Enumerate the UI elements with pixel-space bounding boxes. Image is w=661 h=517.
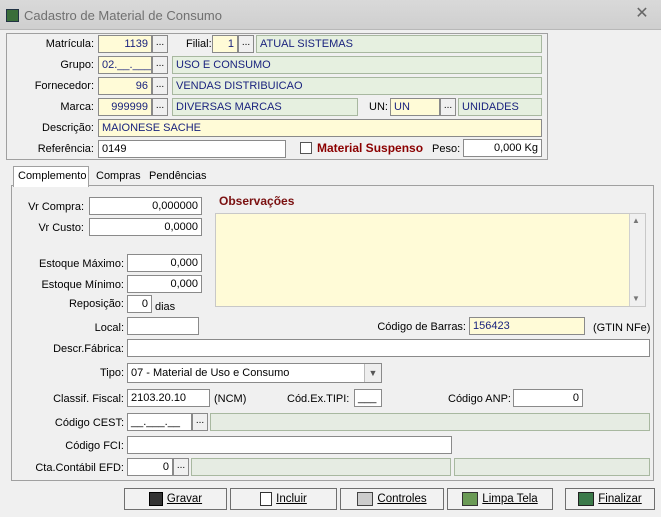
filial-field[interactable]: 1	[212, 35, 238, 53]
reposicao-field[interactable]: 0	[127, 295, 152, 313]
cta-contabil-field[interactable]: 0	[127, 458, 173, 476]
gravar-label: Gravar	[166, 493, 203, 505]
broom-icon	[462, 491, 479, 506]
marca-label: Marca:	[60, 101, 94, 113]
filial-lookup-button[interactable]: ...	[238, 35, 254, 53]
tab-compras[interactable]: Compras	[92, 167, 145, 187]
tab-complemento[interactable]: Complemento	[13, 166, 89, 187]
local-label: Local:	[94, 322, 124, 334]
gtin-label: (GTIN NFe)	[593, 322, 651, 334]
codigo-fci-field[interactable]	[127, 436, 452, 454]
un-lookup-button[interactable]: ...	[440, 98, 456, 116]
codigo-cest-field[interactable]: __.___.__	[127, 413, 192, 431]
marca-lookup-button[interactable]: ...	[152, 98, 168, 116]
codigo-cest-label: Código CEST:	[54, 417, 124, 429]
controls-icon	[357, 491, 374, 506]
cta-contabil-extra-field	[454, 458, 650, 476]
cta-contabil-lookup-button[interactable]: ...	[173, 458, 189, 476]
fornecedor-name-field: VENDAS DISTRIBUICAO	[172, 77, 542, 95]
cest-description-field	[210, 413, 650, 431]
referencia-field[interactable]: 0149	[98, 140, 286, 158]
tipo-select[interactable]: 07 - Material de Uso e Consumo	[127, 363, 382, 383]
gravar-button[interactable]: Gravar	[124, 488, 227, 510]
un-name-field: UNIDADES	[458, 98, 542, 116]
close-icon[interactable]: ✕	[632, 5, 652, 25]
vr-custo-label: Vr Custo:	[38, 222, 84, 234]
referencia-label: Referência:	[37, 143, 94, 155]
suspenso-checkbox[interactable]	[300, 142, 312, 154]
matricula-lookup-button[interactable]: ...	[152, 35, 168, 53]
suspenso-label: Material Suspenso	[317, 141, 424, 155]
cta-contabil-label: Cta.Contábil EFD:	[35, 462, 124, 474]
local-field[interactable]	[127, 317, 199, 335]
observacoes-label: Observações	[219, 194, 295, 208]
matricula-label: Matrícula:	[45, 38, 94, 50]
un-label: UN:	[369, 101, 388, 113]
controles-label: Controles	[377, 493, 427, 505]
descr-fabrica-field[interactable]	[127, 339, 650, 357]
classif-fiscal-label: Classif. Fiscal:	[53, 393, 124, 405]
un-field[interactable]: UN	[390, 98, 440, 116]
fornecedor-lookup-button[interactable]: ...	[152, 77, 168, 95]
fornecedor-label: Fornecedor:	[34, 80, 94, 92]
cod-ex-tipi-label: Cód.Ex.TIPI:	[287, 393, 350, 405]
codigo-fci-label: Código FCI:	[65, 440, 124, 452]
observacoes-textarea[interactable]	[215, 213, 646, 307]
codigo-anp-field[interactable]: 0	[513, 389, 583, 407]
cest-lookup-button[interactable]: ...	[192, 413, 208, 431]
peso-field[interactable]: 0,000 Kg	[463, 139, 542, 157]
limpa-tela-button[interactable]: Limpa Tela	[447, 488, 553, 510]
estoque-min-field[interactable]: 0,000	[127, 275, 202, 293]
exit-icon	[578, 491, 595, 506]
peso-label: Peso:	[432, 143, 461, 155]
tipo-label: Tipo:	[99, 367, 124, 379]
grupo-field[interactable]: 02.__.___	[98, 56, 152, 74]
codigo-barras-field[interactable]: 156423	[469, 317, 585, 335]
grupo-name-field: USO E CONSUMO	[172, 56, 542, 74]
cta-contabil-description-field	[191, 458, 451, 476]
tab-pendencias[interactable]: Pendências	[145, 167, 211, 187]
save-icon	[148, 491, 163, 506]
cod-ex-tipi-field[interactable]: ___	[354, 389, 382, 407]
finalizar-label: Finalizar	[598, 493, 642, 505]
marca-name-field: DIVERSAS MARCAS	[172, 98, 358, 116]
scroll-down-icon[interactable]: ▼	[632, 294, 640, 303]
window-title: Cadastro de Material de Consumo	[24, 8, 222, 23]
vr-custo-field[interactable]: 0,0000	[89, 218, 202, 236]
descricao-label: Descrição:	[42, 122, 94, 134]
ncm-label: (NCM)	[214, 393, 247, 405]
vr-compra-field[interactable]: 0,000000	[89, 197, 202, 215]
observacoes-scrollbar[interactable]	[629, 214, 645, 306]
descricao-field[interactable]: MAIONESE SACHE	[98, 119, 542, 137]
marca-field[interactable]: 999999	[98, 98, 152, 116]
matricula-field[interactable]: 1139	[98, 35, 152, 53]
filial-label: Filial:	[186, 38, 212, 50]
descr-fabrica-label: Descr.Fábrica:	[53, 343, 124, 355]
codigo-barras-label: Código de Barras:	[377, 321, 466, 333]
grupo-label: Grupo:	[60, 59, 94, 71]
reposicao-label: Reposição:	[68, 298, 124, 310]
limpa-tela-label: Limpa Tela	[482, 493, 538, 505]
classif-fiscal-field[interactable]: 2103.20.10	[127, 389, 210, 407]
incluir-label: Incluir	[276, 493, 307, 505]
controles-button[interactable]: Controles	[340, 488, 444, 510]
estoque-max-label: Estoque Máximo:	[39, 258, 124, 270]
reposicao-unit: dias	[155, 301, 176, 313]
filial-name-field: ATUAL SISTEMAS	[256, 35, 542, 53]
codigo-anp-label: Código ANP:	[448, 393, 511, 405]
new-document-icon	[260, 491, 273, 506]
grupo-lookup-button[interactable]: ...	[152, 56, 168, 74]
incluir-button[interactable]: Incluir	[230, 488, 337, 510]
vr-compra-label: Vr Compra:	[28, 201, 84, 213]
chevron-down-icon[interactable]: ▼	[364, 364, 381, 382]
estoque-max-field[interactable]: 0,000	[127, 254, 202, 272]
fornecedor-field[interactable]: 96	[98, 77, 152, 95]
estoque-min-label: Estoque Mínimo:	[41, 279, 124, 291]
finalizar-button[interactable]: Finalizar	[565, 488, 655, 510]
app-icon	[6, 9, 19, 22]
scroll-up-icon[interactable]: ▲	[632, 216, 640, 225]
